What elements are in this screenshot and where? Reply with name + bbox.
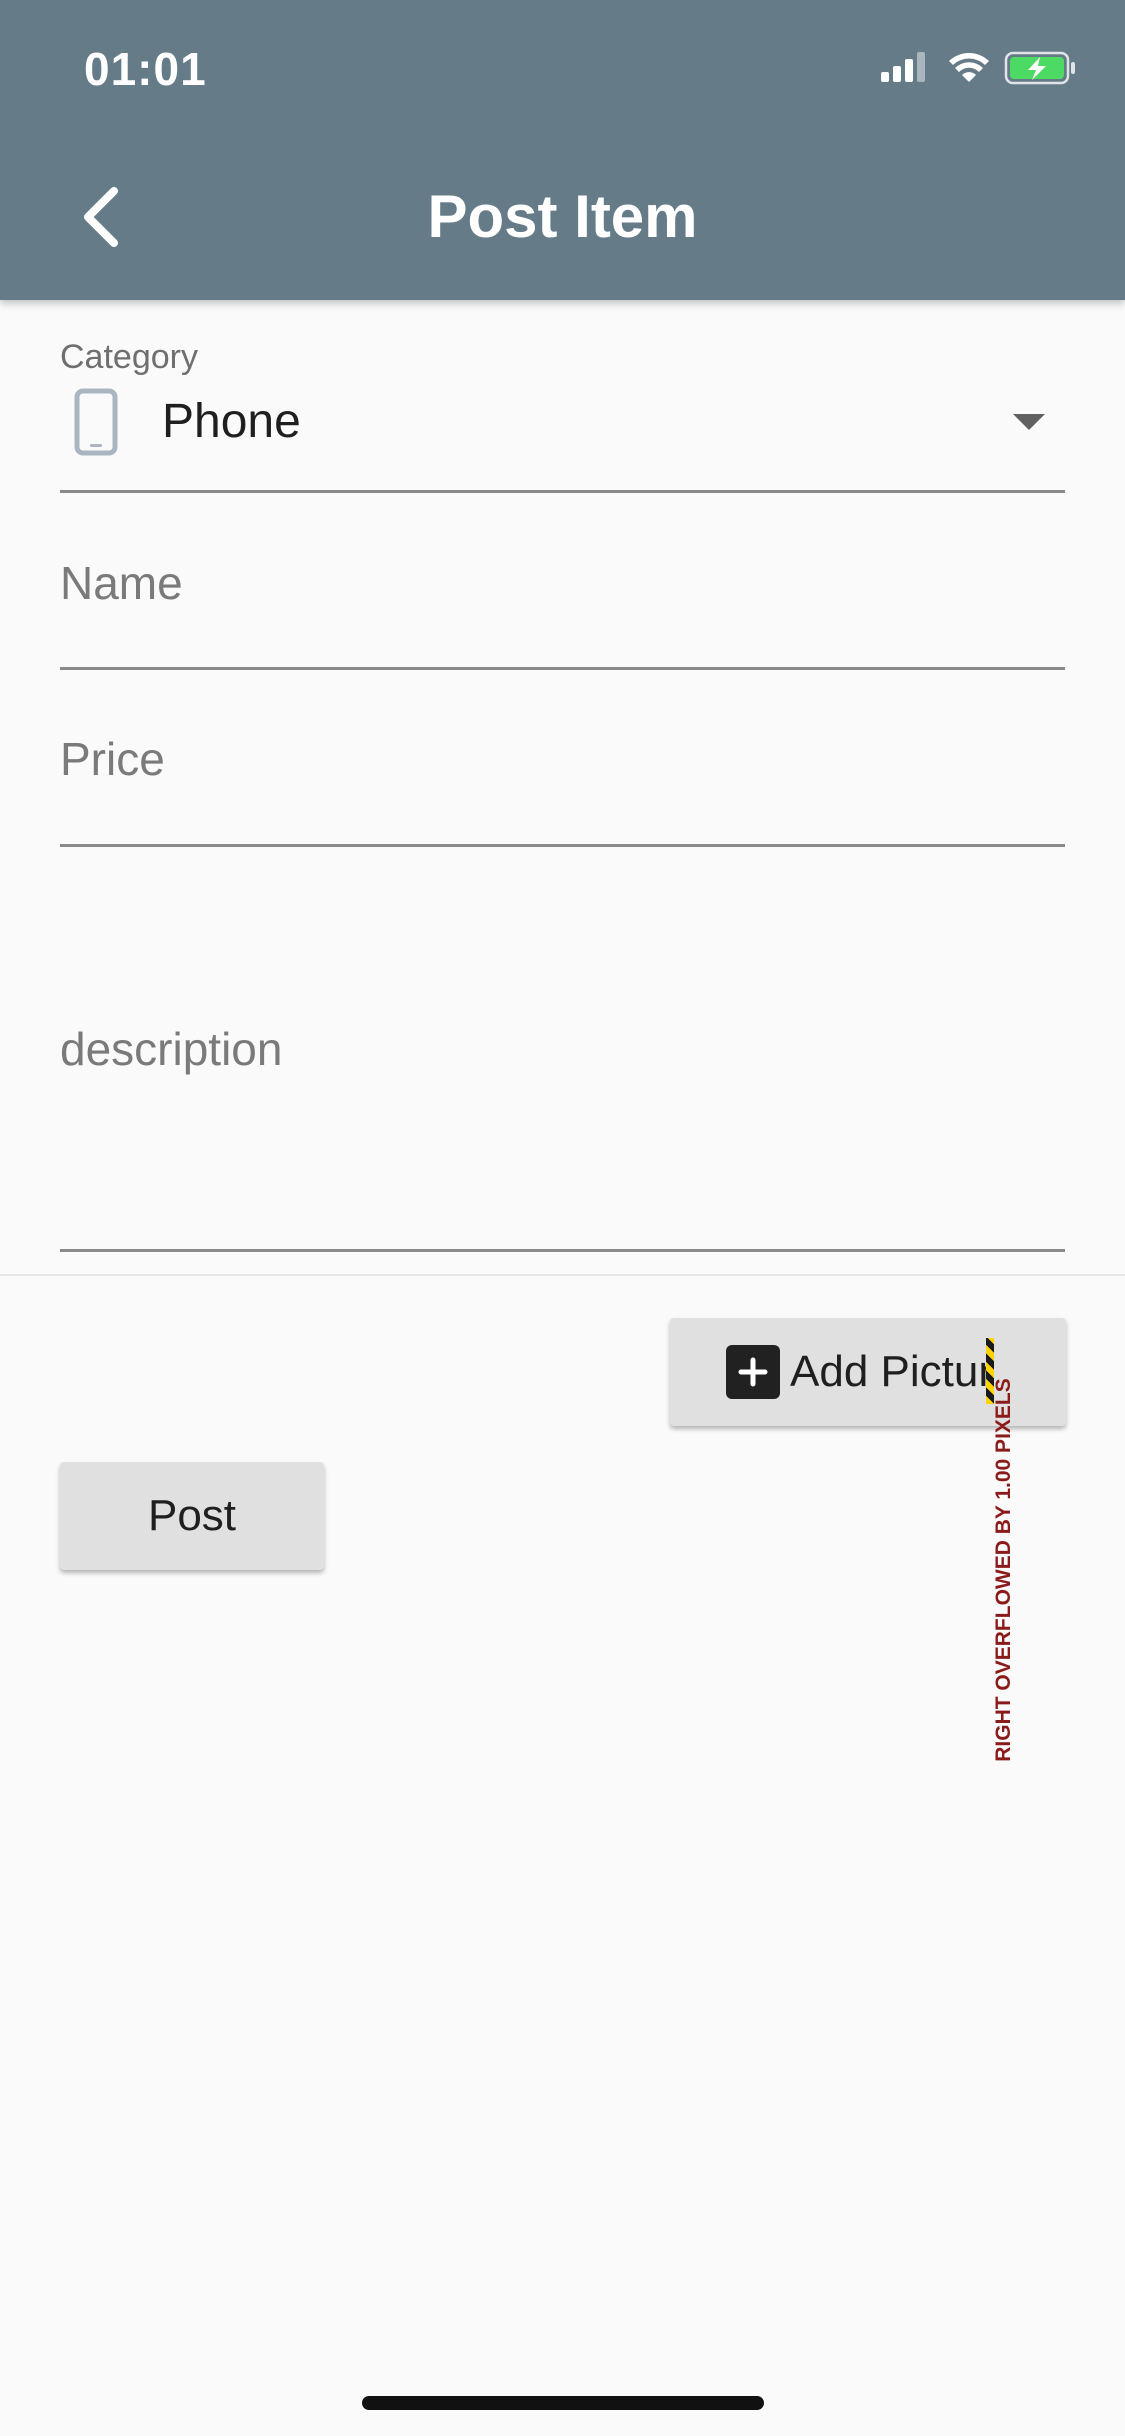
home-indicator[interactable] — [362, 2396, 764, 2410]
description-field[interactable]: description — [60, 1022, 282, 1076]
dropdown-arrow-icon — [1013, 414, 1045, 430]
add-picture-label: Add Picture — [790, 1347, 990, 1396]
section-divider — [0, 1274, 1125, 1276]
page-title: Post Item — [427, 183, 698, 250]
description-underline — [60, 1249, 1065, 1252]
battery-charging-icon — [1004, 51, 1075, 85]
name-field[interactable]: Name — [60, 556, 183, 610]
app-bar: 01:01 Post Item — [0, 0, 1125, 300]
status-icons — [881, 51, 1075, 85]
category-dropdown[interactable]: Phone — [60, 380, 1065, 492]
smartphone-icon — [74, 388, 118, 456]
post-button[interactable]: Post — [60, 1462, 324, 1570]
wifi-icon — [949, 53, 989, 82]
price-field[interactable]: Price — [60, 732, 165, 786]
name-underline — [60, 667, 1065, 670]
category-selected-value: Phone — [162, 395, 301, 448]
price-underline — [60, 844, 1065, 847]
status-time: 01:01 — [84, 43, 207, 95]
overflow-warning-text: RIGHT OVERFLOWED BY 1.00 PIXELS — [992, 1378, 1015, 1762]
signal-icon — [881, 52, 925, 82]
category-underline — [60, 490, 1065, 493]
add-box-icon — [726, 1345, 780, 1399]
category-label: Category — [60, 338, 198, 376]
